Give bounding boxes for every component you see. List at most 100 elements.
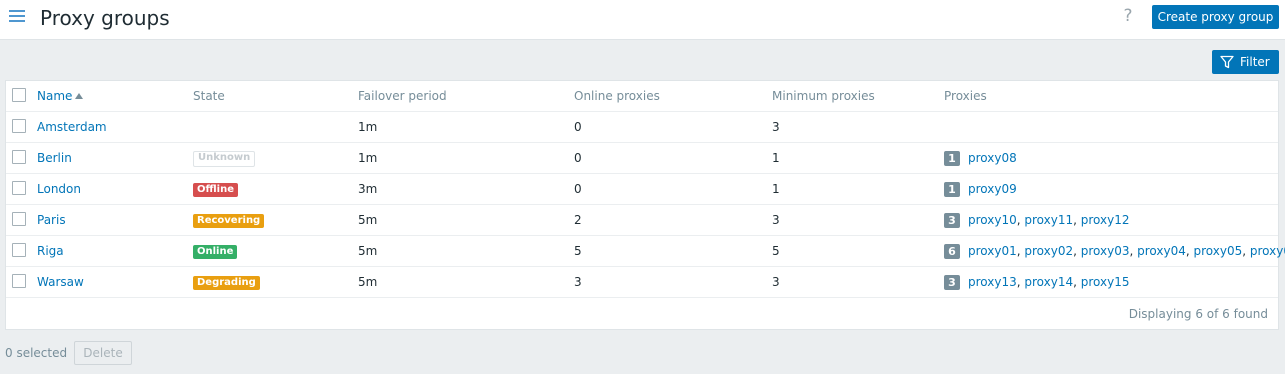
online-proxies: 0 [574,120,582,134]
column-header-name[interactable]: Name [37,81,84,111]
proxy-link[interactable]: proxy05 [1194,244,1243,258]
proxies-cell: 3 proxy10, proxy11, proxy12 [944,205,1129,235]
failover-period: 1m [358,120,378,134]
proxy-link[interactable]: proxy15 [1081,275,1130,289]
proxy-separator: , [1073,213,1081,227]
group-name-cell: Berlin [37,143,72,173]
proxy-count-badge: 1 [944,151,960,166]
row-checkbox[interactable] [12,150,26,164]
proxy-count-badge: 3 [944,213,960,228]
menu-icon[interactable] [9,9,25,23]
state-badge: Online [193,244,238,259]
proxy-link[interactable]: proxy14 [1024,275,1073,289]
table-row: Berlin Unknown 1m 0 1 1 proxy08 [6,143,1278,174]
help-icon[interactable]: ? [1121,6,1135,26]
proxy-separator: , [1242,244,1250,258]
proxy-link[interactable]: proxy09 [968,182,1017,196]
state-badge: Unknown [193,150,256,167]
proxy-count-badge: 1 [944,182,960,197]
group-name-cell: London [37,174,81,204]
proxy-separator: , [1185,244,1194,258]
group-name-link[interactable]: London [37,182,81,196]
column-header-failover: Failover period [358,89,447,103]
sort-ascending-icon [75,93,84,99]
proxies-cell: 1 proxy08 [944,143,1017,173]
column-header-name-link[interactable]: Name [37,89,72,103]
state-cell: Recovering [193,205,265,235]
minimum-proxies: 3 [772,213,780,227]
filter-icon [1220,55,1234,69]
minimum-proxies: 3 [772,120,780,134]
create-proxy-group-button[interactable]: Create proxy group [1152,5,1279,29]
proxy-count-badge: 6 [944,244,960,259]
proxy-separator: , [1073,244,1081,258]
group-name-link[interactable]: Amsterdam [37,120,107,134]
proxy-link[interactable]: proxy10 [968,213,1017,227]
state-badge: Offline [193,182,238,197]
table-header-row: Name State Failover period Online proxie… [6,81,1278,112]
proxy-link[interactable]: proxy03 [1081,244,1130,258]
table-row: Riga Online 5m 5 5 6 proxy01, proxy02, proxy03… [6,236,1285,267]
column-header-state: State [193,89,225,103]
proxies-cell: 3 proxy13, proxy14, proxy15 [944,267,1129,297]
state-cell: Online [193,236,238,266]
minimum-proxies: 3 [772,275,780,289]
group-name-cell: Amsterdam [37,112,107,142]
group-name-link[interactable]: Warsaw [37,275,84,289]
proxies-cell: 1 proxy09 [944,174,1017,204]
table-row: Amsterdam 1m 0 3 [6,112,1278,143]
state-cell: Unknown [193,143,256,173]
state-badge: Degrading [193,275,260,290]
proxy-separator: , [1073,275,1081,289]
state-badge: Recovering [193,213,265,228]
page-title: Proxy groups [40,6,170,30]
failover-period: 5m [358,213,378,227]
proxy-link[interactable]: proxy06 [1250,244,1285,258]
delete-button[interactable]: Delete [74,341,132,365]
online-proxies: 0 [574,182,582,196]
state-cell: Degrading [193,267,260,297]
column-header-online: Online proxies [574,89,660,103]
failover-period: 3m [358,182,378,196]
group-name-cell: Riga [37,236,64,266]
proxy-link[interactable]: proxy12 [1081,213,1130,227]
proxy-link[interactable]: proxy02 [1024,244,1073,258]
row-checkbox[interactable] [12,119,26,133]
proxy-separator: , [1129,244,1138,258]
row-checkbox[interactable] [12,212,26,226]
minimum-proxies: 1 [772,182,780,196]
proxy-groups-table: Name State Failover period Online proxie… [5,80,1285,330]
column-header-proxies: Proxies [944,89,987,103]
group-name-cell: Warsaw [37,267,84,297]
online-proxies: 5 [574,244,582,258]
row-checkbox[interactable] [12,274,26,288]
page-header: Proxy groups ? Create proxy group [0,0,1285,40]
select-all-checkbox[interactable] [12,88,26,102]
proxy-link[interactable]: proxy11 [1024,213,1073,227]
group-name-link[interactable]: Riga [37,244,64,258]
minimum-proxies: 5 [772,244,780,258]
proxies-cell: 6 proxy01, proxy02, proxy03, proxy04, pro… [944,236,1285,266]
filter-button[interactable]: Filter [1212,50,1279,74]
proxy-link[interactable]: proxy04 [1137,244,1186,258]
selected-count: 0 selected [5,346,68,360]
online-proxies: 3 [574,275,582,289]
table-row: Warsaw Degrading 5m 3 3 3 proxy13, proxy14, pr… [6,267,1278,298]
minimum-proxies: 1 [772,151,780,165]
column-header-minimum: Minimum proxies [772,89,875,103]
table-row: Paris Recovering 5m 2 3 3 proxy10, proxy11, pr… [6,205,1278,236]
group-name-link[interactable]: Berlin [37,151,72,165]
proxy-link[interactable]: proxy01 [968,244,1017,258]
proxy-link[interactable]: proxy08 [968,151,1017,165]
row-checkbox[interactable] [12,243,26,257]
proxy-link[interactable]: proxy13 [968,275,1017,289]
row-checkbox[interactable] [12,181,26,195]
state-cell: Offline [193,174,238,204]
failover-period: 5m [358,275,378,289]
results-count: Displaying 6 of 6 found [1128,307,1268,321]
failover-period: 1m [358,151,378,165]
group-name-cell: Paris [37,205,66,235]
failover-period: 5m [358,244,378,258]
group-name-link[interactable]: Paris [37,213,66,227]
online-proxies: 0 [574,151,582,165]
